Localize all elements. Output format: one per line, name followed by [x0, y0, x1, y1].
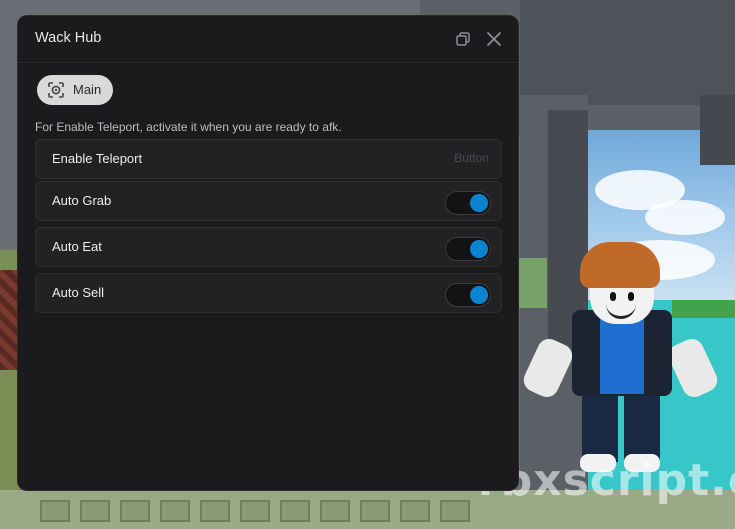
background-wall: [520, 0, 735, 105]
ground-tile: [440, 500, 470, 522]
ground-tile: [200, 500, 230, 522]
auto-sell-toggle[interactable]: [445, 283, 491, 307]
ground-tile: [360, 500, 390, 522]
auto-grab-row: Auto Grab: [35, 181, 502, 221]
row-hint: Button: [454, 151, 489, 165]
ground-tile: [160, 500, 190, 522]
ground-tile: [280, 500, 310, 522]
auto-grab-toggle[interactable]: [445, 191, 491, 215]
tab-label: Main: [73, 82, 102, 97]
ground-tile: [120, 500, 150, 522]
window-title: Wack Hub: [35, 30, 102, 46]
row-label: Enable Teleport: [52, 151, 143, 166]
toggle-knob: [470, 194, 488, 212]
row-label: Auto Grab: [52, 193, 112, 208]
section-description: For Enable Teleport, activate it when yo…: [35, 120, 342, 134]
toggle-knob: [470, 286, 488, 304]
player-avatar: [519, 240, 722, 480]
ground-tile: [40, 500, 70, 522]
background-bricks: [0, 270, 18, 370]
target-icon: [47, 81, 65, 99]
title-bar[interactable]: Wack Hub: [18, 16, 518, 63]
tab-main[interactable]: Main: [37, 75, 113, 105]
auto-eat-toggle[interactable]: [445, 237, 491, 261]
enable-teleport-button[interactable]: Enable Teleport Button: [35, 139, 502, 179]
ground-tile: [240, 500, 270, 522]
ground-tile: [400, 500, 430, 522]
row-label: Auto Eat: [52, 239, 102, 254]
ground-tile: [320, 500, 350, 522]
close-icon[interactable]: [484, 29, 504, 49]
auto-sell-row: Auto Sell: [35, 273, 502, 313]
restore-window-icon[interactable]: [454, 30, 472, 48]
hub-window: Wack Hub Main For Enable Teleport, activ…: [18, 16, 518, 490]
toggle-knob: [470, 240, 488, 258]
row-label: Auto Sell: [52, 285, 105, 300]
background-pillar: [700, 95, 735, 165]
auto-eat-row: Auto Eat: [35, 227, 502, 267]
ground-tile: [80, 500, 110, 522]
